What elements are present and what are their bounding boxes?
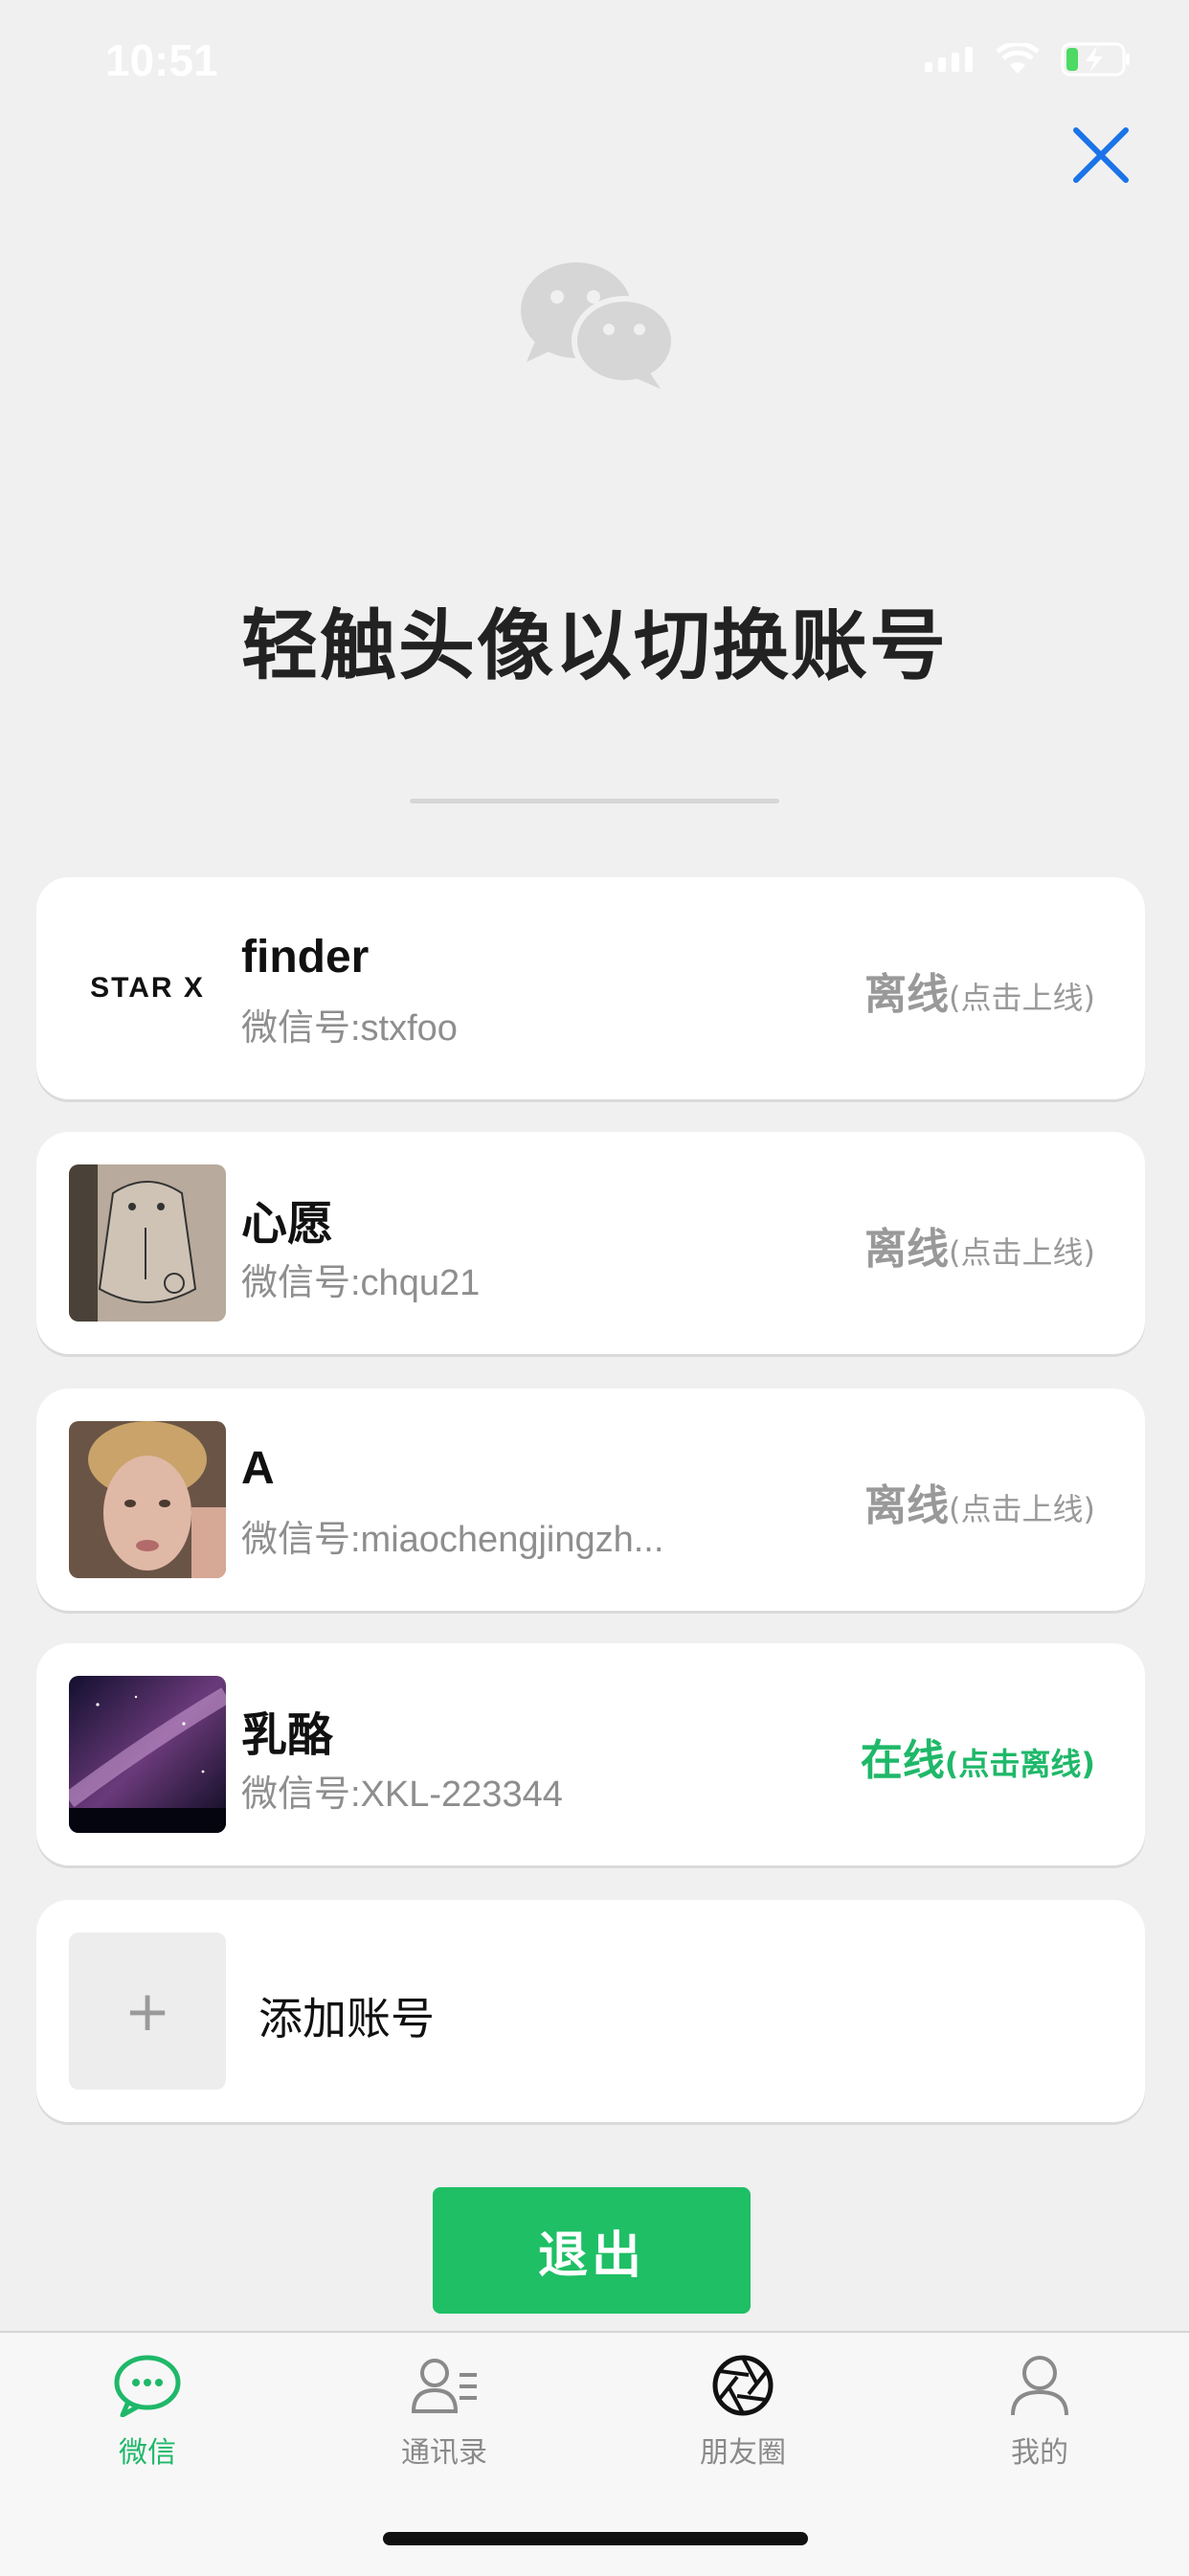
account-card-rulao[interactable]: 乳酪 微信号:XKL-223344 在线(点击离线)	[36, 1643, 1145, 1865]
account-wechat-id: 微信号:stxfoo	[241, 1008, 458, 1049]
chat-bubble-icon	[114, 2355, 181, 2417]
account-name: A	[241, 1443, 275, 1494]
account-status[interactable]: 离线(点击上线)	[864, 960, 1095, 1021]
wechat-logo-icon	[521, 262, 676, 389]
account-card-finder[interactable]: STAR X finder 微信号:stxfoo 离线(点击上线)	[36, 877, 1145, 1099]
tab-wechat[interactable]: 微信	[71, 2354, 224, 2471]
status-time: 10:51	[105, 35, 218, 85]
status-text: 离线	[864, 970, 950, 1019]
add-account-plus-icon[interactable]: +	[69, 1932, 226, 2090]
account-wechat-id: 微信号:XKL-223344	[241, 1774, 563, 1815]
person-icon	[1011, 2356, 1068, 2416]
status-hint: (点击上线)	[949, 1234, 1095, 1271]
tab-label: 朋友圈	[700, 2436, 786, 2470]
account-status[interactable]: 离线(点击上线)	[864, 1471, 1095, 1532]
status-text: 离线	[864, 1481, 950, 1530]
status-text: 在线	[860, 1736, 945, 1785]
divider	[410, 799, 779, 803]
add-account-label: 添加账号	[258, 1993, 435, 2045]
avatar[interactable]	[69, 1164, 226, 1322]
tab-label: 通讯录	[401, 2436, 487, 2470]
account-card-a[interactable]: A 微信号:miaochengjingzh... 离线(点击上线)	[36, 1389, 1145, 1611]
status-icons	[925, 42, 1132, 77]
account-status[interactable]: 离线(点击上线)	[864, 1214, 1095, 1276]
tab-label: 我的	[1011, 2436, 1068, 2470]
tab-me[interactable]: 我的	[963, 2354, 1116, 2471]
battery-charging-icon	[1061, 42, 1130, 77]
close-icon[interactable]	[1070, 124, 1132, 186]
account-name: 心愿	[241, 1199, 334, 1250]
account-name: finder	[241, 932, 370, 983]
status-hint: (点击离线)	[944, 1746, 1095, 1782]
avatar[interactable]	[69, 1676, 226, 1833]
page-title: 轻触头像以切换账号	[241, 601, 948, 690]
star-x-logo: STAR X	[90, 972, 205, 1004]
avatar-drawing-image	[69, 1164, 226, 1322]
status-hint: (点击上线)	[949, 980, 1095, 1016]
tab-contacts[interactable]: 通讯录	[368, 2354, 521, 2471]
home-indicator	[383, 2532, 808, 2545]
avatar[interactable]	[69, 1421, 226, 1578]
aperture-icon	[712, 2355, 774, 2416]
account-wechat-id: 微信号:chqu21	[241, 1263, 481, 1303]
contacts-icon	[411, 2359, 477, 2413]
account-card-xinyuan[interactable]: 心愿 微信号:chqu21 离线(点击上线)	[36, 1132, 1145, 1354]
avatar-galaxy-image	[69, 1676, 226, 1833]
status-text: 离线	[864, 1225, 950, 1274]
status-bar: 10:51	[0, 0, 1189, 124]
account-wechat-id: 微信号:miaochengjingzh...	[241, 1520, 664, 1560]
add-account-card[interactable]: + 添加账号	[36, 1900, 1145, 2122]
avatar[interactable]: STAR X	[69, 910, 226, 1067]
wifi-icon	[996, 43, 1040, 74]
tab-label: 微信	[119, 2436, 176, 2470]
status-hint: (点击上线)	[949, 1491, 1095, 1527]
account-name: 乳酪	[241, 1710, 334, 1761]
avatar-photo-image	[69, 1421, 226, 1578]
exit-button[interactable]: 退出	[433, 2187, 751, 2314]
tab-moments[interactable]: 朋友圈	[666, 2354, 819, 2471]
signal-icon	[925, 47, 973, 72]
account-status[interactable]: 在线(点击离线)	[861, 1726, 1095, 1787]
